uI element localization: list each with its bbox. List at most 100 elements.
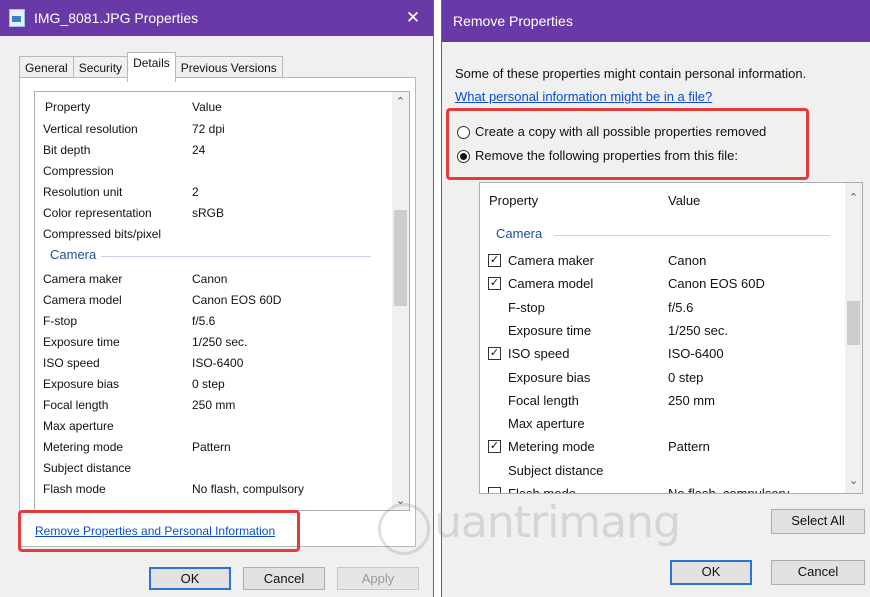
remove-properties-radio[interactable] <box>457 150 470 163</box>
property-value: Canon <box>668 253 707 268</box>
list-item[interactable]: ✓ Camera model Canon EOS 60D <box>480 272 846 295</box>
property-value: Canon <box>192 272 228 286</box>
create-copy-label[interactable]: Create a copy with all possible properti… <box>475 124 766 139</box>
list-item[interactable]: Compression <box>35 161 392 182</box>
list-item[interactable]: Subject distance <box>35 458 392 479</box>
property-list[interactable]: Property Value Vertical resolution 72 dpi… <box>34 91 410 511</box>
property-value: 1/250 sec. <box>668 322 728 338</box>
property-value: 250 mm <box>668 392 715 408</box>
list-item[interactable]: F-stop f/5.6 <box>35 311 392 332</box>
image-file-icon <box>9 9 25 27</box>
ok-button[interactable]: OK <box>670 560 752 585</box>
scroll-up-icon[interactable]: ⌃ <box>392 95 409 108</box>
column-header-property[interactable]: Property <box>489 193 538 208</box>
list-item[interactable]: Max aperture <box>35 416 392 437</box>
property-value: Canon EOS 60D <box>668 276 765 292</box>
title-bar: Remove Properties <box>442 0 870 42</box>
select-all-button[interactable]: Select All <box>771 509 865 534</box>
cancel-button[interactable]: Cancel <box>771 560 865 585</box>
list-item[interactable]: Max aperture <box>480 412 846 435</box>
list-item[interactable]: ✓ Metering mode Pattern <box>480 435 846 458</box>
property-value: f/5.6 <box>192 314 216 328</box>
group-header-camera: Camera <box>496 226 543 241</box>
remove-properties-link[interactable]: Remove Properties and Personal Informati… <box>35 524 275 538</box>
list-item[interactable]: Exposure bias 0 step <box>480 366 846 389</box>
scrollbar[interactable]: ⌃ ⌄ <box>392 92 409 510</box>
property-value: Pattern <box>192 440 231 454</box>
ok-button[interactable]: OK <box>149 567 231 590</box>
list-item[interactable]: Camera model Canon EOS 60D <box>35 290 392 311</box>
list-item[interactable]: Color representation sRGB <box>35 203 392 224</box>
title-bar: IMG_8081.JPG Properties ✕ <box>0 0 433 36</box>
property-checkbox[interactable] <box>488 487 501 493</box>
properties-dialog: IMG_8081.JPG Properties ✕ General Securi… <box>0 0 434 597</box>
list-item[interactable]: Resolution unit 2 <box>35 182 392 203</box>
property-value: 250 mm <box>192 398 236 412</box>
scroll-up-icon[interactable]: ⌃ <box>845 191 862 204</box>
list-item[interactable]: Metering mode Pattern <box>35 437 392 458</box>
property-value: 2 <box>192 185 199 199</box>
description-text: Some of these properties might contain p… <box>455 66 807 81</box>
property-name: Metering mode <box>508 439 595 455</box>
list-item[interactable]: ISO speed ISO-6400 <box>35 353 392 374</box>
property-value: 72 dpi <box>192 122 225 136</box>
list-item[interactable]: Focal length 250 mm <box>480 389 846 412</box>
list-item[interactable]: ✓ ISO speed ISO-6400 <box>480 342 846 365</box>
property-checkbox[interactable]: ✓ <box>488 254 501 267</box>
list-item[interactable]: Subject distance <box>480 459 846 482</box>
list-item[interactable]: Flash mode No flash, compulsory <box>35 479 392 500</box>
list-item[interactable]: Exposure time 1/250 sec. <box>35 332 392 353</box>
personal-info-help-link[interactable]: What personal information might be in a … <box>455 89 712 104</box>
list-item[interactable]: F-stop f/5.6 <box>480 296 846 319</box>
list-item[interactable]: Bit depth 24 <box>35 140 392 161</box>
property-name: F-stop <box>43 314 78 328</box>
property-name: Exposure time <box>508 322 592 338</box>
property-value: 1/250 sec. <box>192 335 248 349</box>
property-name: Subject distance <box>508 462 604 478</box>
property-checkbox[interactable]: ✓ <box>488 440 501 454</box>
remove-properties-label[interactable]: Remove the following properties from thi… <box>475 148 738 163</box>
scroll-thumb[interactable] <box>394 210 407 306</box>
list-item[interactable]: Flash mode No flash, compulsory <box>480 482 846 494</box>
property-name: Subject distance <box>43 461 132 475</box>
property-value: f/5.6 <box>668 299 694 315</box>
apply-button[interactable]: Apply <box>337 567 419 590</box>
list-item[interactable]: Camera maker Canon <box>35 269 392 290</box>
group-header-camera: Camera <box>50 247 97 262</box>
property-name: Bit depth <box>43 143 91 157</box>
scrollbar[interactable]: ⌃ ⌄ <box>845 183 862 493</box>
property-name: Exposure bias <box>508 369 591 385</box>
scroll-down-icon[interactable]: ⌄ <box>845 474 862 487</box>
property-name: Focal length <box>43 398 109 412</box>
property-name: Camera model <box>43 293 122 307</box>
property-value: sRGB <box>192 206 225 220</box>
property-name: Flash mode <box>43 482 106 496</box>
property-name: Flash mode <box>508 486 576 494</box>
property-checkbox[interactable]: ✓ <box>488 347 501 361</box>
tab-details[interactable]: Details <box>127 52 176 82</box>
cancel-button[interactable]: Cancel <box>243 567 325 590</box>
watermark: uantrimang <box>378 497 681 567</box>
list-item[interactable]: Exposure time 1/250 sec. <box>480 319 846 342</box>
property-name: Resolution unit <box>43 185 123 199</box>
column-header-value[interactable]: Value <box>668 193 700 208</box>
create-copy-radio[interactable] <box>457 126 470 139</box>
property-value: No flash, compulsory <box>192 482 305 496</box>
list-item[interactable]: Compressed bits/pixel <box>35 224 392 245</box>
list-item[interactable]: ✓ Camera maker Canon <box>480 249 846 272</box>
list-item[interactable]: Exposure bias 0 step <box>35 374 392 395</box>
property-name: ISO speed <box>508 346 570 362</box>
column-header-property[interactable]: Property <box>45 100 90 114</box>
property-name: Focal length <box>508 392 579 408</box>
property-name: Compression <box>43 164 114 178</box>
list-item[interactable]: Vertical resolution 72 dpi <box>35 119 392 140</box>
close-icon[interactable]: ✕ <box>393 8 433 28</box>
lightbulb-icon <box>378 503 430 555</box>
property-name: Compressed bits/pixel <box>43 227 162 241</box>
list-item[interactable]: Focal length 250 mm <box>35 395 392 416</box>
watermark-text: uantrimang <box>434 497 681 548</box>
scroll-thumb[interactable] <box>847 301 860 345</box>
column-header-value[interactable]: Value <box>192 100 222 114</box>
property-checkbox[interactable]: ✓ <box>488 277 501 291</box>
property-list[interactable]: Property Value Camera ✓ Camera maker Canon ✓… <box>479 182 863 494</box>
